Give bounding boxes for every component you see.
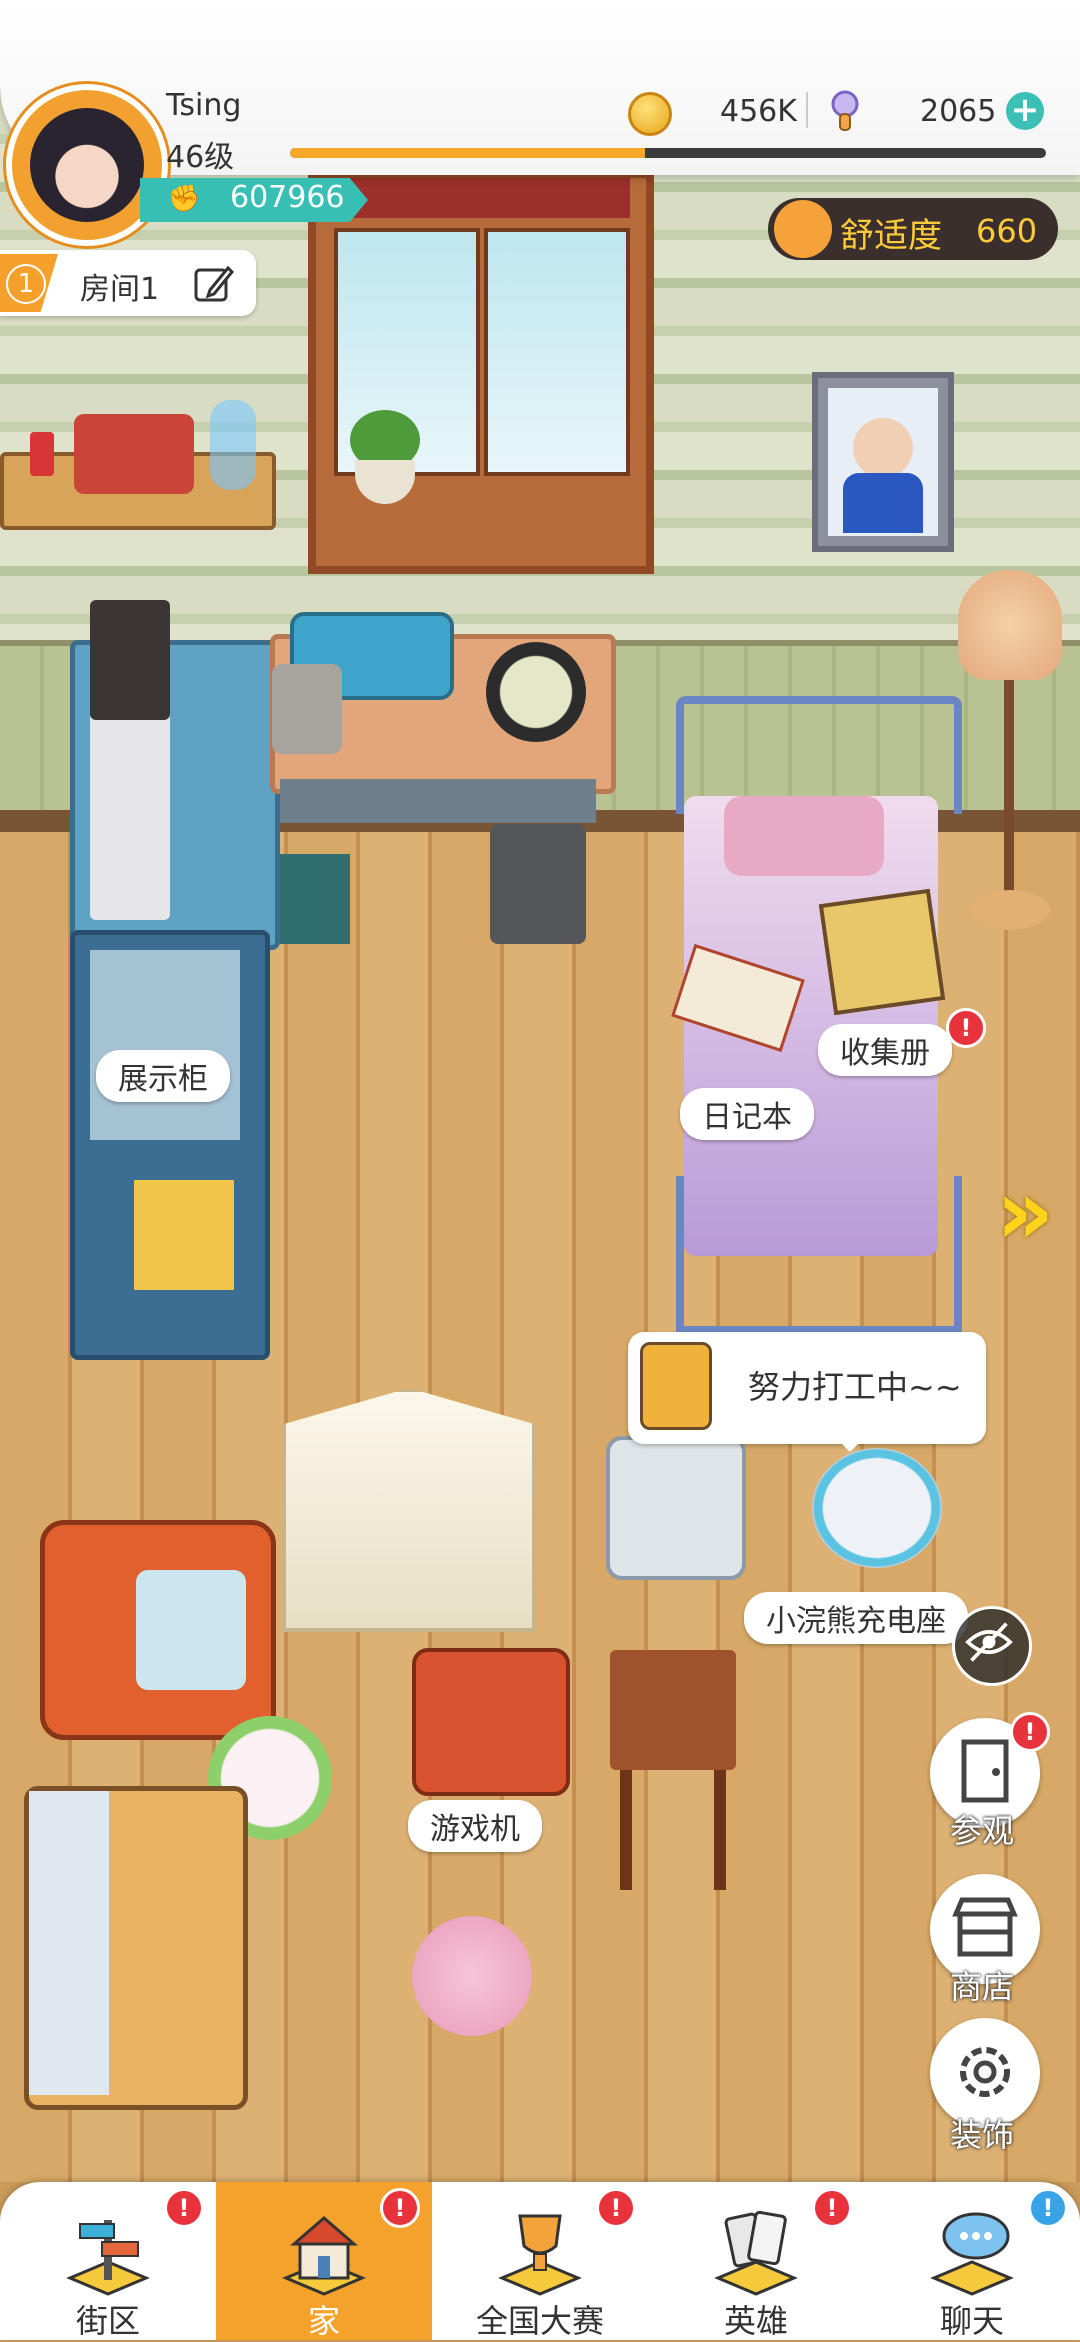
comfort-label: 舒适度 bbox=[840, 216, 942, 256]
decorate-label: 装饰 bbox=[950, 2116, 1015, 2154]
cards-icon bbox=[714, 2210, 798, 2296]
player-name: Tsing bbox=[166, 88, 242, 123]
potted-plant[interactable] bbox=[340, 410, 430, 510]
gem-amount: 2065 bbox=[920, 94, 997, 129]
shop-label: 商店 bbox=[950, 1968, 1015, 2006]
room-name: 房间1 bbox=[80, 272, 160, 307]
photo-frame[interactable] bbox=[812, 372, 954, 552]
signpost-icon bbox=[66, 2220, 150, 2296]
coin-amount: 456K bbox=[720, 94, 797, 129]
edit-icon[interactable] bbox=[192, 262, 236, 306]
collection-album[interactable] bbox=[818, 888, 946, 1016]
visit-badge: ! bbox=[1010, 1712, 1050, 1752]
tent[interactable] bbox=[282, 1388, 536, 1632]
visit-label: 参观 bbox=[950, 1812, 1015, 1850]
xp-bar-fill bbox=[290, 148, 646, 158]
gem-icon bbox=[831, 90, 859, 131]
coin-icon bbox=[628, 92, 672, 136]
game-console[interactable] bbox=[412, 1648, 570, 1796]
nav-tournament-badge: ! bbox=[596, 2188, 636, 2228]
floor-lamp[interactable] bbox=[950, 570, 1070, 950]
room-number: 1 bbox=[6, 264, 46, 304]
nav-chat-badge: ! bbox=[1028, 2188, 1068, 2228]
robot-vacuum[interactable] bbox=[812, 1448, 942, 1568]
display-cabinet[interactable] bbox=[70, 600, 280, 1360]
soda-can[interactable] bbox=[30, 432, 54, 476]
nav-street[interactable]: 街区 ! bbox=[0, 2182, 216, 2340]
record-player[interactable] bbox=[486, 642, 586, 742]
speech-text: 努力打工中~~ bbox=[748, 1368, 962, 1406]
xp-bar bbox=[290, 148, 1046, 158]
fist-icon: ✊ bbox=[168, 184, 201, 214]
fridge[interactable] bbox=[24, 1786, 248, 2110]
chat-bubble-icon bbox=[930, 2212, 1014, 2296]
player-level: 46级 bbox=[166, 140, 235, 175]
nav-home[interactable]: 家 ! bbox=[216, 2182, 432, 2340]
toy-truck[interactable] bbox=[74, 414, 194, 494]
nav-home-label: 家 bbox=[307, 2302, 340, 2340]
eye-off-icon bbox=[965, 1622, 1013, 1662]
raccoon-icon bbox=[774, 200, 832, 258]
display-cabinet-label[interactable]: 展示柜 bbox=[96, 1050, 230, 1102]
charging-dock[interactable] bbox=[606, 1436, 746, 1580]
nav-chat[interactable]: 聊天 ! bbox=[864, 2182, 1080, 2340]
window[interactable] bbox=[308, 170, 654, 574]
diary-label[interactable]: 日记本 bbox=[680, 1088, 814, 1140]
collection-book-badge: ! bbox=[946, 1008, 986, 1048]
nav-tournament-label: 全国大赛 bbox=[475, 2302, 604, 2340]
house-icon bbox=[282, 2216, 366, 2296]
hide-ui-button[interactable] bbox=[952, 1606, 1032, 1686]
trophy-icon bbox=[498, 2214, 582, 2296]
comfort-value: 660 bbox=[976, 212, 1038, 250]
wooden-stool[interactable] bbox=[610, 1650, 736, 1900]
food-jar[interactable] bbox=[272, 664, 342, 754]
nav-street-label: 街区 bbox=[75, 2302, 140, 2340]
game-console-label[interactable]: 游戏机 bbox=[408, 1800, 542, 1852]
nav-street-badge: ! bbox=[164, 2188, 204, 2228]
nav-heroes-label: 英雄 bbox=[723, 2302, 788, 2340]
nav-heroes-badge: ! bbox=[812, 2188, 852, 2228]
pink-pouf[interactable] bbox=[412, 1916, 532, 2036]
nav-chat-label: 聊天 bbox=[939, 2302, 1004, 2340]
nav-home-badge: ! bbox=[380, 2188, 420, 2228]
next-room-arrow-icon[interactable]: » bbox=[996, 1160, 1054, 1265]
charging-dock-label[interactable]: 小浣熊充电座 bbox=[744, 1592, 968, 1644]
collection-book-label[interactable]: 收集册 bbox=[818, 1024, 952, 1076]
nav-heroes[interactable]: 英雄 ! bbox=[648, 2182, 864, 2340]
hologram-figure[interactable] bbox=[210, 400, 256, 490]
retro-tv[interactable] bbox=[40, 1480, 276, 1750]
add-currency-button[interactable]: + bbox=[1006, 92, 1044, 130]
currency-divider bbox=[806, 92, 808, 128]
nav-tournament[interactable]: 全国大赛 ! bbox=[432, 2182, 648, 2340]
power-value: 607966 bbox=[230, 180, 345, 215]
briefcase-icon bbox=[640, 1342, 712, 1430]
